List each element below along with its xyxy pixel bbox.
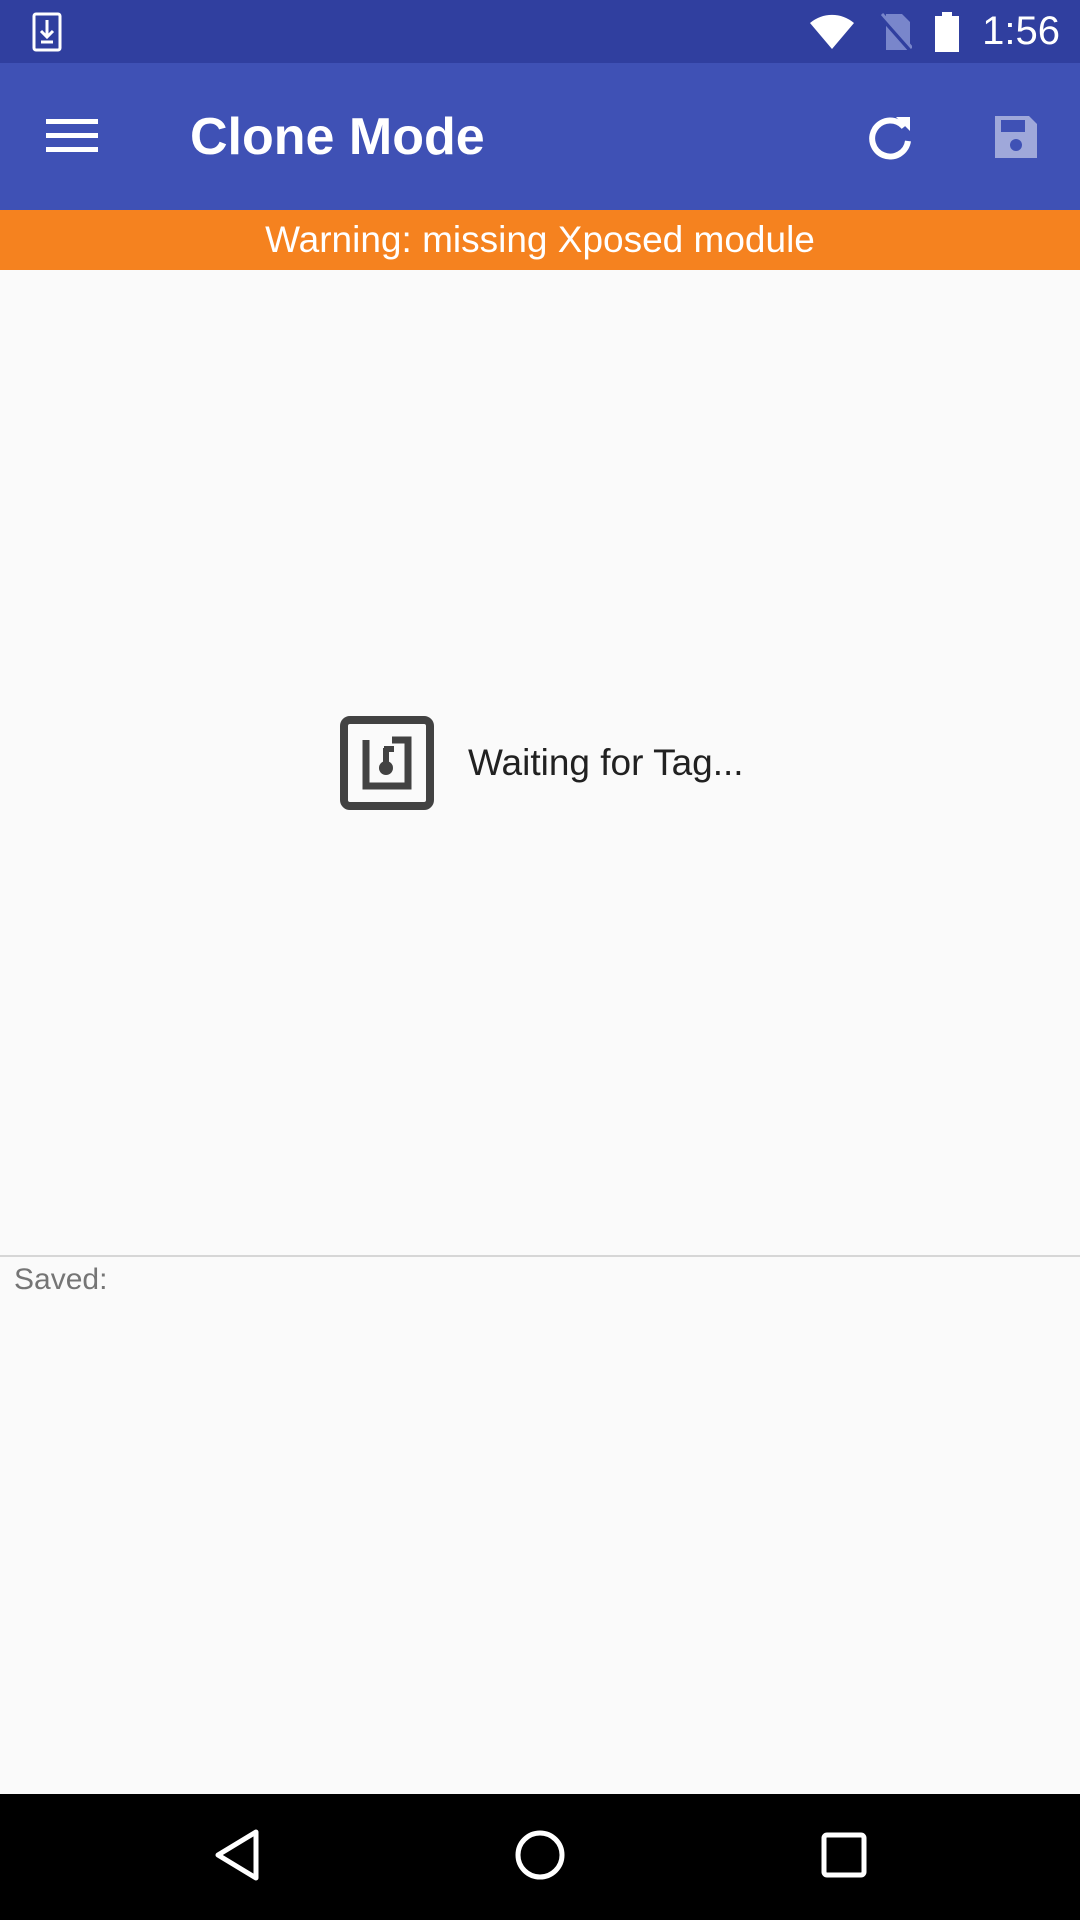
- menu-button[interactable]: [40, 107, 104, 167]
- app-bar: Clone Mode: [0, 63, 1080, 210]
- page-title: Clone Mode: [190, 108, 485, 166]
- status-bar: 1:56: [0, 0, 1080, 63]
- nfc-icon: [340, 716, 434, 810]
- menu-icon: [46, 115, 98, 160]
- refresh-button[interactable]: [858, 107, 922, 171]
- back-icon: [214, 1828, 262, 1887]
- waiting-label: Waiting for Tag...: [468, 742, 744, 783]
- download-notification-icon: [32, 12, 62, 52]
- save-icon: [991, 112, 1041, 167]
- home-icon: [513, 1828, 567, 1887]
- save-button[interactable]: [984, 107, 1048, 171]
- no-sim-icon: [878, 12, 913, 52]
- back-button[interactable]: [198, 1817, 278, 1897]
- recents-button[interactable]: [804, 1817, 884, 1897]
- refresh-icon: [866, 113, 914, 166]
- waiting-status: Waiting for Tag...: [340, 716, 744, 810]
- warning-banner: Warning: missing Xposed module: [0, 210, 1080, 270]
- recents-icon: [820, 1831, 868, 1884]
- navigation-bar: [0, 1794, 1080, 1920]
- wifi-icon: [808, 13, 856, 51]
- status-time: 1:56: [982, 9, 1060, 53]
- divider: [0, 1255, 1080, 1257]
- saved-label: Saved:: [14, 1263, 108, 1296]
- battery-icon: [934, 11, 960, 52]
- home-button[interactable]: [500, 1817, 580, 1897]
